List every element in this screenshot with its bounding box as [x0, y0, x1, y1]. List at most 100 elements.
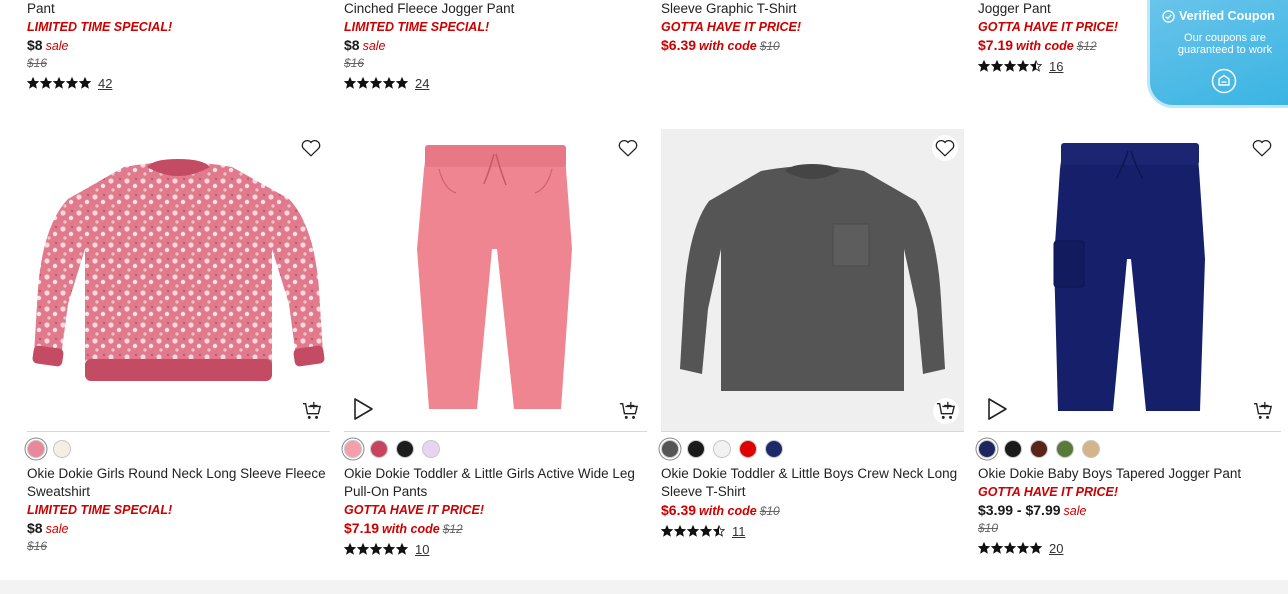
add-to-cart-button[interactable]: [933, 398, 959, 424]
product-title[interactable]: Okie Dokie Toddler & Little Girls Active…: [344, 465, 647, 501]
price-suffix: with code: [1016, 39, 1074, 53]
star-icon: [66, 77, 78, 89]
review-count-link[interactable]: 24: [415, 76, 429, 91]
color-swatch[interactable]: [396, 440, 414, 458]
product-image[interactable]: [27, 129, 330, 432]
color-swatch[interactable]: [713, 440, 731, 458]
star-icon: [1017, 542, 1029, 554]
product-title[interactable]: Sleeve Graphic T-Shirt: [661, 0, 964, 18]
promo-label: LIMITED TIME SPECIAL!: [27, 20, 173, 34]
star-icon: [1004, 542, 1016, 554]
star-icon: [370, 77, 382, 89]
product-title[interactable]: Cinched Fleece Jogger Pant: [344, 0, 647, 18]
price-suffix: sale: [1063, 504, 1087, 518]
review-count-link[interactable]: 11: [732, 524, 746, 539]
star-icon: [53, 77, 65, 89]
star-icon: [1030, 542, 1042, 554]
star-icon: [700, 525, 712, 537]
color-swatch[interactable]: [739, 440, 757, 458]
verified-coupon-badge[interactable]: Verified Coupon Our coupons are guarante…: [1147, 0, 1288, 108]
price: $8: [27, 37, 43, 53]
color-swatches: [978, 440, 1281, 460]
product-title[interactable]: Pant: [27, 0, 330, 18]
price: $7.19: [344, 520, 380, 536]
review-count-link[interactable]: 10: [415, 542, 429, 557]
stars-icon: [27, 77, 91, 89]
rating: 20: [978, 538, 1281, 558]
pink-pants-image: [417, 145, 572, 409]
color-swatch[interactable]: [27, 440, 45, 458]
original-price: $12: [442, 522, 463, 536]
color-swatch[interactable]: [765, 440, 783, 458]
star-icon: [40, 77, 52, 89]
product-image[interactable]: [661, 129, 964, 432]
wishlist-heart-icon[interactable]: [617, 137, 639, 159]
color-swatch[interactable]: [1004, 440, 1022, 458]
color-swatch[interactable]: [1056, 440, 1074, 458]
navy-jogger-image: [1053, 143, 1205, 411]
product-image[interactable]: [344, 129, 647, 432]
star-icon: [1017, 60, 1029, 72]
product-card-top-2: Cinched Fleece Jogger Pant LIMITED TIME …: [344, 0, 647, 93]
gray-tshirt-image: [680, 164, 945, 391]
star-icon: [396, 543, 408, 555]
color-swatch[interactable]: [687, 440, 705, 458]
stars-icon: [978, 542, 1042, 554]
star-icon: [978, 60, 990, 72]
color-swatch[interactable]: [422, 440, 440, 458]
add-to-cart-icon[interactable]: [302, 401, 322, 421]
price: $6.39: [661, 37, 697, 53]
review-count-link[interactable]: 20: [1049, 541, 1063, 556]
color-swatch[interactable]: [1030, 440, 1048, 458]
star-icon: [991, 60, 1003, 72]
product-title[interactable]: Okie Dokie Baby Boys Tapered Jogger Pant: [978, 465, 1281, 483]
price-suffix: sale: [45, 39, 69, 53]
stars-icon: [661, 525, 725, 537]
original-price: $16: [27, 539, 48, 553]
product-image[interactable]: [978, 129, 1281, 432]
original-price: $10: [759, 504, 780, 518]
color-swatch[interactable]: [370, 440, 388, 458]
wishlist-heart-icon[interactable]: [300, 137, 322, 159]
play-video-icon[interactable]: [352, 397, 374, 421]
price: $8: [27, 520, 43, 536]
color-swatch[interactable]: [53, 440, 71, 458]
star-icon: [713, 525, 725, 537]
color-swatch[interactable]: [661, 440, 679, 458]
price-suffix: with code: [699, 504, 757, 518]
wishlist-heart-icon[interactable]: [932, 135, 958, 161]
price: $6.39: [661, 502, 697, 518]
star-icon: [978, 542, 990, 554]
product-card: Okie Dokie Toddler & Little Girls Active…: [344, 129, 647, 559]
product-title[interactable]: Okie Dokie Toddler & Little Boys Crew Ne…: [661, 465, 964, 501]
wishlist-heart-icon[interactable]: [1251, 137, 1273, 159]
color-swatches: [661, 440, 964, 460]
color-swatch[interactable]: [344, 440, 362, 458]
price-suffix: with code: [699, 39, 757, 53]
product-card-top-1: Pant LIMITED TIME SPECIAL! $8 sale $16 42: [27, 0, 330, 93]
original-price: $16: [344, 56, 365, 70]
color-swatch[interactable]: [1082, 440, 1100, 458]
play-video-icon[interactable]: [986, 397, 1008, 421]
color-swatches: [344, 440, 647, 460]
rating: 24: [344, 73, 647, 93]
star-icon: [687, 525, 699, 537]
product-card: Okie Dokie Baby Boys Tapered Jogger Pant…: [978, 129, 1281, 558]
review-count-link[interactable]: 16: [1049, 59, 1063, 74]
coupon-title: Verified Coupon: [1179, 9, 1275, 23]
sweatshirt-image: [32, 159, 325, 381]
stars-icon: [344, 77, 408, 89]
product-title[interactable]: Okie Dokie Girls Round Neck Long Sleeve …: [27, 465, 330, 501]
color-swatch[interactable]: [978, 440, 996, 458]
review-count-link[interactable]: 42: [98, 76, 112, 91]
price: $3.99 - $7.99: [978, 502, 1061, 518]
original-price: $10: [978, 521, 999, 535]
original-price: $10: [759, 39, 780, 53]
add-to-cart-icon[interactable]: [619, 401, 639, 421]
add-to-cart-icon[interactable]: [1253, 401, 1273, 421]
product-card-top-3: Sleeve Graphic T-Shirt GOTTA HAVE IT PRI…: [661, 0, 964, 55]
product-card: Okie Dokie Girls Round Neck Long Sleeve …: [27, 129, 330, 555]
star-icon: [370, 543, 382, 555]
promo-label: GOTTA HAVE IT PRICE!: [661, 20, 802, 34]
star-icon: [344, 543, 356, 555]
